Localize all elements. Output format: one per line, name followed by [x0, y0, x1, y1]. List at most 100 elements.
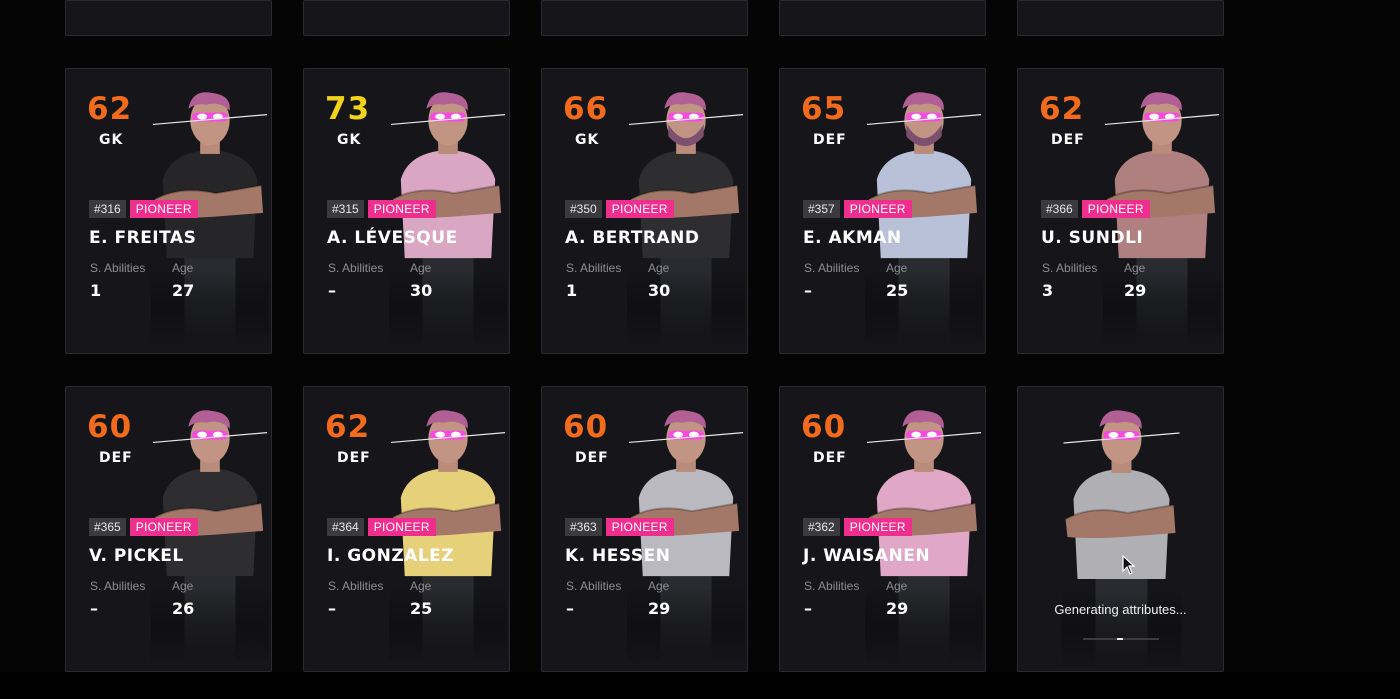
player-position: DEF — [337, 450, 371, 466]
special-abilities-label: S. Abilities — [90, 579, 146, 593]
special-abilities-label: S. Abilities — [566, 261, 622, 275]
player-avatar-image — [1054, 409, 1189, 669]
player-card[interactable]: 66 GK #350 PIONEER A. BERTRAND S. Abilit… — [541, 68, 748, 354]
special-abilities-label: S. Abilities — [328, 579, 384, 593]
age-value: 30 — [410, 281, 433, 300]
age-value: 29 — [1124, 281, 1147, 300]
age-label: Age — [1124, 261, 1146, 275]
player-position: DEF — [99, 450, 133, 466]
player-tags: #350 PIONEER — [565, 200, 674, 218]
bottom-bar — [0, 672, 1400, 699]
special-abilities-value: – — [804, 281, 812, 300]
player-card[interactable]: 65 DEF #357 PIONEER E. AKMAN S. Abilitie… — [779, 68, 986, 354]
player-tags: #316 PIONEER — [89, 200, 198, 218]
pioneer-badge: PIONEER — [843, 518, 912, 536]
player-name: K. HESSEN — [565, 546, 671, 566]
player-id-tag: #366 — [1041, 200, 1078, 218]
player-rating: 62 — [1039, 91, 1085, 127]
age-label: Age — [886, 261, 908, 275]
pioneer-badge: PIONEER — [605, 518, 674, 536]
age-label: Age — [172, 261, 194, 275]
mouse-cursor-icon — [1122, 555, 1136, 575]
player-name: V. PICKEL — [89, 546, 184, 566]
generating-progress-bar — [1083, 638, 1159, 640]
age-label: Age — [410, 579, 432, 593]
player-avatar-image — [1103, 91, 1221, 351]
player-tags: #357 PIONEER — [803, 200, 912, 218]
player-card-partial[interactable] — [1017, 0, 1224, 36]
player-card-partial[interactable] — [541, 0, 748, 36]
player-card[interactable]: 62 DEF #364 PIONEER I. GONZALEZ S. Abili… — [303, 386, 510, 672]
player-card-partial[interactable] — [303, 0, 510, 36]
pioneer-badge: PIONEER — [129, 200, 198, 218]
pioneer-badge: PIONEER — [1081, 200, 1150, 218]
player-id-tag: #315 — [327, 200, 364, 218]
generating-progress-fill — [1117, 638, 1124, 640]
player-id-tag: #365 — [89, 518, 126, 536]
player-name: A. BERTRAND — [565, 228, 700, 248]
player-card[interactable]: 62 DEF #366 PIONEER U. SUNDLI S. Abiliti… — [1017, 68, 1224, 354]
player-avatar-image — [151, 409, 269, 669]
special-abilities-label: S. Abilities — [328, 261, 384, 275]
special-abilities-value: 1 — [566, 281, 578, 300]
player-position: GK — [575, 132, 600, 148]
pioneer-badge: PIONEER — [843, 200, 912, 218]
special-abilities-label: S. Abilities — [90, 261, 146, 275]
player-avatar-image — [627, 91, 745, 351]
player-id-tag: #364 — [327, 518, 364, 536]
player-avatar-image — [865, 409, 983, 669]
player-rating: 62 — [87, 91, 133, 127]
player-name: I. GONZALEZ — [327, 546, 455, 566]
player-id-tag: #350 — [565, 200, 602, 218]
special-abilities-value: – — [804, 599, 812, 618]
special-abilities-value: 3 — [1042, 281, 1054, 300]
generating-attributes-text: Generating attributes... — [1054, 602, 1187, 617]
special-abilities-value: – — [328, 599, 336, 618]
player-tags: #362 PIONEER — [803, 518, 912, 536]
player-position: GK — [99, 132, 124, 148]
player-id-tag: #363 — [565, 518, 602, 536]
player-card[interactable]: 60 DEF #365 PIONEER V. PICKEL S. Abiliti… — [65, 386, 272, 672]
player-id-tag: #357 — [803, 200, 840, 218]
player-name: J. WAISANEN — [803, 546, 931, 566]
player-id-tag: #362 — [803, 518, 840, 536]
age-value: 25 — [886, 281, 909, 300]
age-label: Age — [886, 579, 908, 593]
player-card-partial[interactable] — [65, 0, 272, 36]
player-name: U. SUNDLI — [1041, 228, 1144, 248]
player-position: DEF — [1051, 132, 1085, 148]
player-card[interactable]: 60 DEF #363 PIONEER K. HESSEN S. Abiliti… — [541, 386, 748, 672]
player-position: GK — [337, 132, 362, 148]
player-rating: 65 — [801, 91, 847, 127]
player-card-partial[interactable] — [779, 0, 986, 36]
age-value: 29 — [886, 599, 909, 618]
player-tags: #364 PIONEER — [327, 518, 436, 536]
age-label: Age — [172, 579, 194, 593]
special-abilities-value: 1 — [90, 281, 102, 300]
age-value: 29 — [648, 599, 671, 618]
player-tags: #366 PIONEER — [1041, 200, 1150, 218]
player-name: E. FREITAS — [89, 228, 197, 248]
generating-player-card[interactable]: Generating attributes... — [1017, 386, 1224, 672]
player-card[interactable]: 60 DEF #362 PIONEER J. WAISANEN S. Abili… — [779, 386, 986, 672]
age-label: Age — [410, 261, 432, 275]
player-avatar-image — [865, 91, 983, 351]
pioneer-badge: PIONEER — [367, 200, 436, 218]
player-avatar-image — [389, 409, 507, 669]
special-abilities-label: S. Abilities — [1042, 261, 1098, 275]
age-label: Age — [648, 261, 670, 275]
player-tags: #365 PIONEER — [89, 518, 198, 536]
player-position: DEF — [575, 450, 609, 466]
age-label: Age — [648, 579, 670, 593]
special-abilities-value: – — [90, 599, 98, 618]
player-rating: 66 — [563, 91, 609, 127]
special-abilities-label: S. Abilities — [804, 261, 860, 275]
player-card[interactable]: 62 GK #316 PIONEER E. FREITAS S. Abiliti… — [65, 68, 272, 354]
age-value: 30 — [648, 281, 671, 300]
pioneer-badge: PIONEER — [605, 200, 674, 218]
age-value: 27 — [172, 281, 195, 300]
player-card[interactable]: 73 GK #315 PIONEER A. LÉVESQUE S. Abilit… — [303, 68, 510, 354]
pioneer-badge: PIONEER — [129, 518, 198, 536]
player-rating: 60 — [801, 409, 847, 445]
player-rating: 60 — [563, 409, 609, 445]
